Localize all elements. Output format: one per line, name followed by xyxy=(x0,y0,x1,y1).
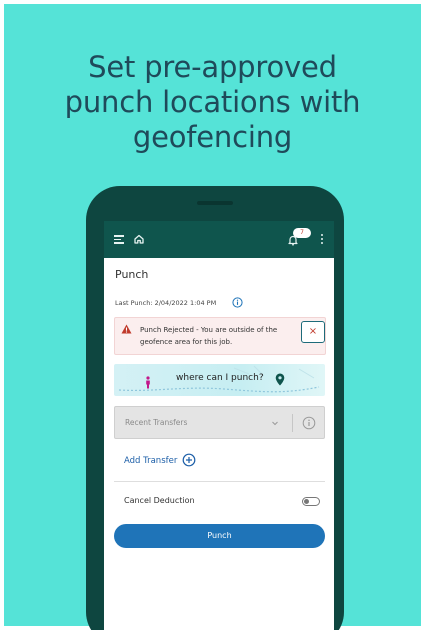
location-pin-icon xyxy=(275,373,285,386)
person-icon xyxy=(146,376,150,389)
transfers-info-icon[interactable] xyxy=(302,416,316,430)
phone-speaker xyxy=(197,201,233,205)
alert-close-button[interactable]: × xyxy=(301,321,325,343)
punch-rejected-alert: Punch Rejected - You are outside of the … xyxy=(114,317,326,355)
punch-button[interactable]: Punch xyxy=(114,524,325,548)
notification-badge: 7 xyxy=(293,228,311,238)
section-divider xyxy=(114,481,325,482)
map-banner-text: where can I punch? xyxy=(176,373,264,383)
recent-transfers-placeholder: Recent Transfers xyxy=(125,418,188,427)
where-can-i-punch-banner[interactable]: where can I punch? xyxy=(114,364,325,396)
cancel-deduction-label: Cancel Deduction xyxy=(124,496,195,505)
last-punch-text: Last Punch: 2/04/2022 1:04 PM xyxy=(115,299,217,307)
menu-icon[interactable] xyxy=(114,235,124,244)
warning-icon xyxy=(121,324,132,334)
home-icon[interactable] xyxy=(133,233,145,245)
phone-screen: 7 Punch Last Punch: 2/04/2022 1:04 PM Pu… xyxy=(104,221,334,630)
select-divider xyxy=(292,414,293,432)
add-circle-icon[interactable] xyxy=(182,453,196,467)
alert-message: Punch Rejected - You are outside of the … xyxy=(140,326,278,346)
headline-line-2: punch locations with xyxy=(64,85,361,119)
info-icon[interactable] xyxy=(232,297,243,308)
chevron-down-icon xyxy=(272,421,278,426)
kebab-icon[interactable] xyxy=(321,234,324,245)
headline-line-1: Set pre-approved xyxy=(88,50,337,84)
cancel-deduction-toggle[interactable] xyxy=(302,497,320,506)
page-title: Punch xyxy=(115,268,149,281)
app-bar: 7 xyxy=(104,221,334,258)
headline-line-3: geofencing xyxy=(132,120,293,154)
recent-transfers-select[interactable]: Recent Transfers xyxy=(114,406,325,439)
headline: Set pre-approved punch locations with ge… xyxy=(4,50,421,155)
add-transfer-link[interactable]: Add Transfer xyxy=(124,456,177,466)
